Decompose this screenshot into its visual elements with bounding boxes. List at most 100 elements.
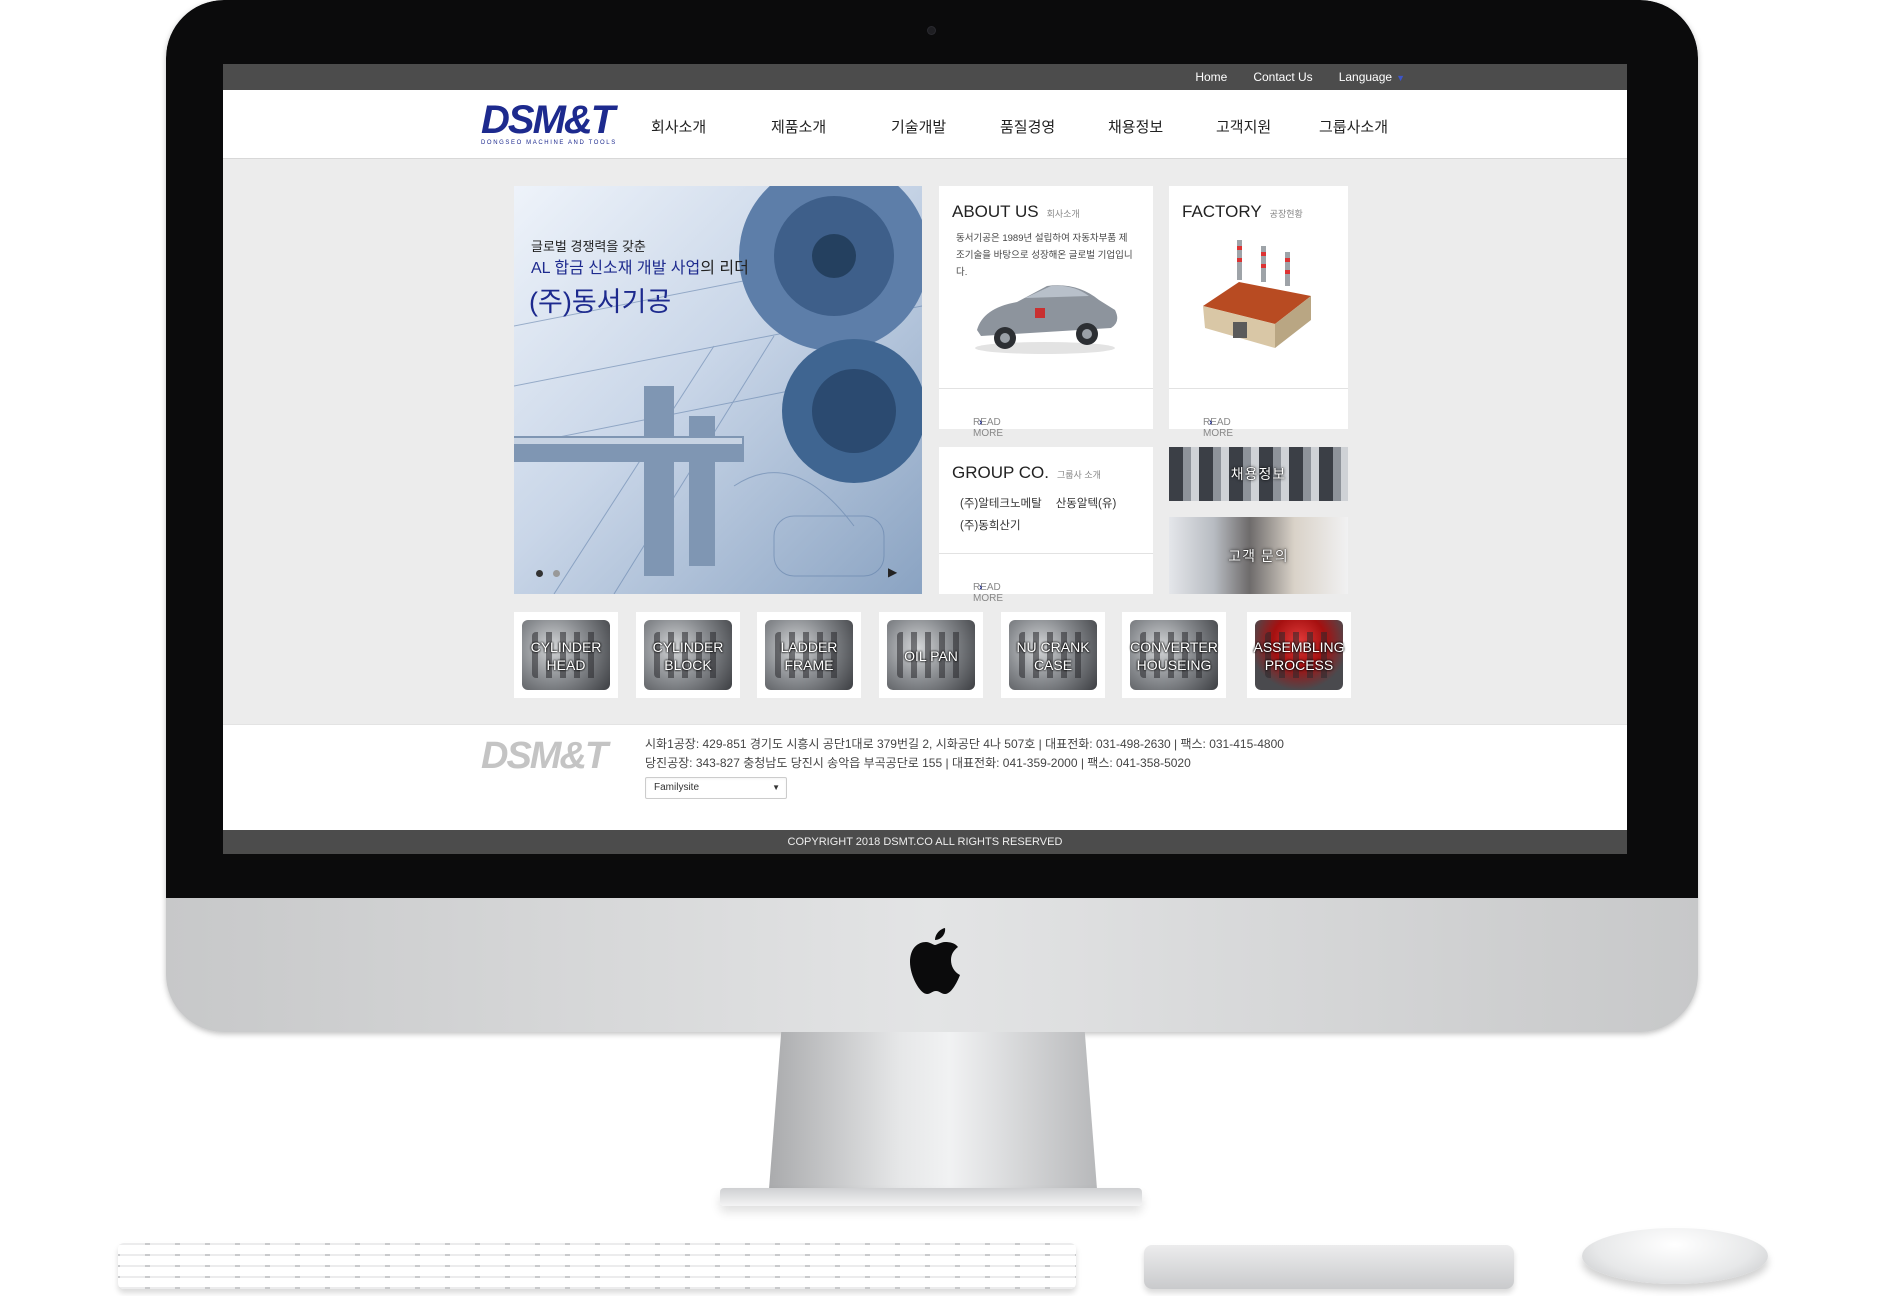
factory-icon	[1203, 240, 1311, 348]
product-label-line2: HOUSEING	[1136, 657, 1212, 673]
hero-slider[interactable]: 글로벌 경쟁력을 갖춘 AL 합금 신소재 개발 사업의 리더 (주)동서기공 …	[514, 186, 922, 594]
group-company-list: (주)알테크노메탈 산동알텍(유) (주)동희산기	[960, 493, 1130, 537]
about-read-more[interactable]: READ MORE ›	[939, 388, 1153, 439]
apple-logo-icon	[910, 928, 960, 994]
product-label: CONVERTER HOUSEING	[1122, 638, 1226, 674]
imac-stand	[768, 1032, 1098, 1202]
nav-item-group[interactable]: 그룹사소개	[1319, 116, 1388, 137]
magic-mouse	[1582, 1228, 1768, 1284]
product-label: NU CRANK CASE	[1001, 638, 1105, 674]
recruit-tile-label: 채용정보	[1230, 466, 1287, 482]
product-label: CYLINDER HEAD	[514, 638, 618, 674]
hero-company-name: (주)동서기공	[529, 287, 672, 317]
product-label-line1: LADDER	[780, 639, 838, 655]
car-illustration	[975, 285, 1118, 354]
factory-read-more-label: READ MORE	[1203, 417, 1233, 439]
product-label: OIL PAN	[879, 647, 983, 665]
group-read-more-label: READ MORE	[973, 582, 1003, 604]
chevron-right-icon: ›	[979, 582, 983, 593]
product-tile-nu-crank-case[interactable]: NU CRANK CASE	[1001, 612, 1105, 698]
caret-down-icon: ▼	[772, 783, 780, 792]
factory-heading: FACTORY	[1182, 202, 1262, 221]
familysite-select[interactable]: Familysite ▼	[645, 777, 787, 799]
factory-subtitle: 공장현황	[1269, 209, 1303, 219]
group-company-item[interactable]: (주)알테크노메탈	[960, 498, 1042, 510]
factory-card: FACTORY 공장현황 READ MORE ›	[1169, 186, 1348, 439]
hero-line2-highlight: AL 합금 신소재 개발 사업	[531, 260, 701, 277]
language-dropdown[interactable]: Language ▼	[1339, 70, 1405, 84]
factory-title: FACTORY 공장현황	[1182, 202, 1303, 222]
hero-line2: AL 합금 신소재 개발 사업의 리더	[531, 254, 749, 278]
nav-item-products[interactable]: 제품소개	[771, 116, 826, 137]
group-co-title: GROUP CO. 그룹사 소개	[952, 463, 1101, 483]
imac-stand-foot	[720, 1188, 1142, 1206]
footer-logo: DSM&T	[481, 735, 608, 777]
slider-dot-1[interactable]	[536, 570, 543, 577]
product-label-line1: NU CRANK	[1016, 639, 1090, 655]
product-label: LADDER FRAME	[757, 638, 861, 674]
language-label: Language	[1338, 70, 1393, 84]
product-label: CYLINDER BLOCK	[636, 638, 740, 674]
chevron-right-icon: ›	[1209, 417, 1213, 428]
slider-dot-2[interactable]	[553, 570, 560, 577]
slider-dots	[536, 570, 560, 577]
website-screen: Home Contact Us Language ▼ DSM&T DONGSEO …	[223, 64, 1627, 854]
site-footer: DSM&T 시화1공장: 429-851 경기도 시흥시 공단1대로 379번길…	[223, 724, 1627, 831]
nav-item-recruit[interactable]: 채용정보	[1108, 116, 1163, 137]
product-label-line2: BLOCK	[664, 657, 712, 673]
factory-read-more[interactable]: READ MORE ›	[1169, 388, 1348, 439]
logo-subtitle: DONGSEO MACHINE AND TOOLS	[481, 140, 617, 146]
site-logo[interactable]: DSM&T DONGSEO MACHINE AND TOOLS	[481, 98, 617, 146]
site-header: DSM&T DONGSEO MACHINE AND TOOLS 회사소개 제품소…	[223, 90, 1627, 159]
contact-link[interactable]: Contact Us	[1253, 70, 1312, 84]
nav-item-quality[interactable]: 품질경영	[1000, 116, 1055, 137]
nav-item-company[interactable]: 회사소개	[651, 116, 706, 137]
about-us-heading: ABOUT US	[952, 202, 1039, 221]
group-company-item[interactable]: 산동알텍(유)	[1056, 498, 1117, 510]
chevron-right-icon: ›	[979, 417, 983, 428]
copyright-bar: COPYRIGHT 2018 DSMT.CO ALL RIGHTS RESERV…	[223, 830, 1627, 854]
product-label-line1: CONVERTER	[1130, 639, 1218, 655]
recruit-tile[interactable]: 채용정보	[1169, 447, 1348, 501]
caret-down-icon: ▼	[1396, 73, 1405, 83]
product-label-line2: HEAD	[546, 657, 586, 673]
hero-line2-rest: 의 리더	[700, 260, 749, 277]
product-tile-oil-pan[interactable]: OIL PAN	[879, 612, 983, 698]
product-label-line2: CASE	[1033, 657, 1073, 673]
nav-item-tech[interactable]: 기술개발	[891, 116, 946, 137]
group-co-card: GROUP CO. 그룹사 소개 (주)알테크노메탈 산동알텍(유) (주)동희산기…	[939, 447, 1153, 604]
trackpad	[1144, 1245, 1514, 1289]
footer-address-line2: 당진공장: 343-827 충청남도 당진시 송악읍 부곡공단로 155 | 대…	[645, 756, 1191, 770]
product-tile-converter-houseing[interactable]: CONVERTER HOUSEING	[1122, 612, 1226, 698]
product-tile-cylinder-head[interactable]: CYLINDER HEAD	[514, 612, 618, 698]
hero-line1: 글로벌 경쟁력을 갖춘	[531, 239, 646, 254]
play-icon[interactable]: ▶	[888, 565, 897, 579]
product-tile-assembling-process[interactable]: ASSEMBLING PROCESS	[1247, 612, 1351, 698]
footer-address: 시화1공장: 429-851 경기도 시흥시 공단1대로 379번길 2, 시화…	[645, 735, 1284, 773]
product-label-line2: FRAME	[784, 657, 834, 673]
camera-icon	[928, 27, 935, 34]
product-label-line1: CYLINDER	[652, 639, 724, 655]
product-label: ASSEMBLING PROCESS	[1247, 638, 1351, 674]
about-us-card: ABOUT US 회사소개 동서기공은 1989년 설립하여 자동차부품 제조기술…	[939, 186, 1153, 439]
home-link[interactable]: Home	[1195, 70, 1227, 84]
customer-inquiry-label: 고객 문의	[1228, 547, 1289, 564]
keyboard	[118, 1243, 1076, 1289]
product-label-line1: ASSEMBLING	[1253, 639, 1345, 655]
about-us-subtitle: 회사소개	[1046, 209, 1080, 219]
top-utility-bar: Home Contact Us Language ▼	[223, 64, 1627, 90]
group-read-more[interactable]: READ MORE ›	[939, 553, 1153, 604]
product-tile-ladder-frame[interactable]: LADDER FRAME	[757, 612, 861, 698]
product-tile-cylinder-block[interactable]: CYLINDER BLOCK	[636, 612, 740, 698]
product-label-line1: CYLINDER	[530, 639, 602, 655]
group-co-subtitle: 그룹사 소개	[1056, 470, 1101, 480]
group-co-heading: GROUP CO.	[952, 463, 1049, 482]
group-company-item[interactable]: (주)동희산기	[960, 520, 1021, 532]
nav-item-support[interactable]: 고객지원	[1216, 116, 1271, 137]
logo-text: DSM&T	[481, 98, 615, 142]
footer-address-line1: 시화1공장: 429-851 경기도 시흥시 공단1대로 379번길 2, 시화…	[645, 737, 1284, 751]
about-us-title: ABOUT US 회사소개	[952, 202, 1080, 222]
product-label-line1: OIL PAN	[904, 648, 958, 664]
customer-inquiry-tile[interactable]: 고객 문의	[1169, 517, 1348, 594]
familysite-value: Familysite	[654, 782, 700, 793]
